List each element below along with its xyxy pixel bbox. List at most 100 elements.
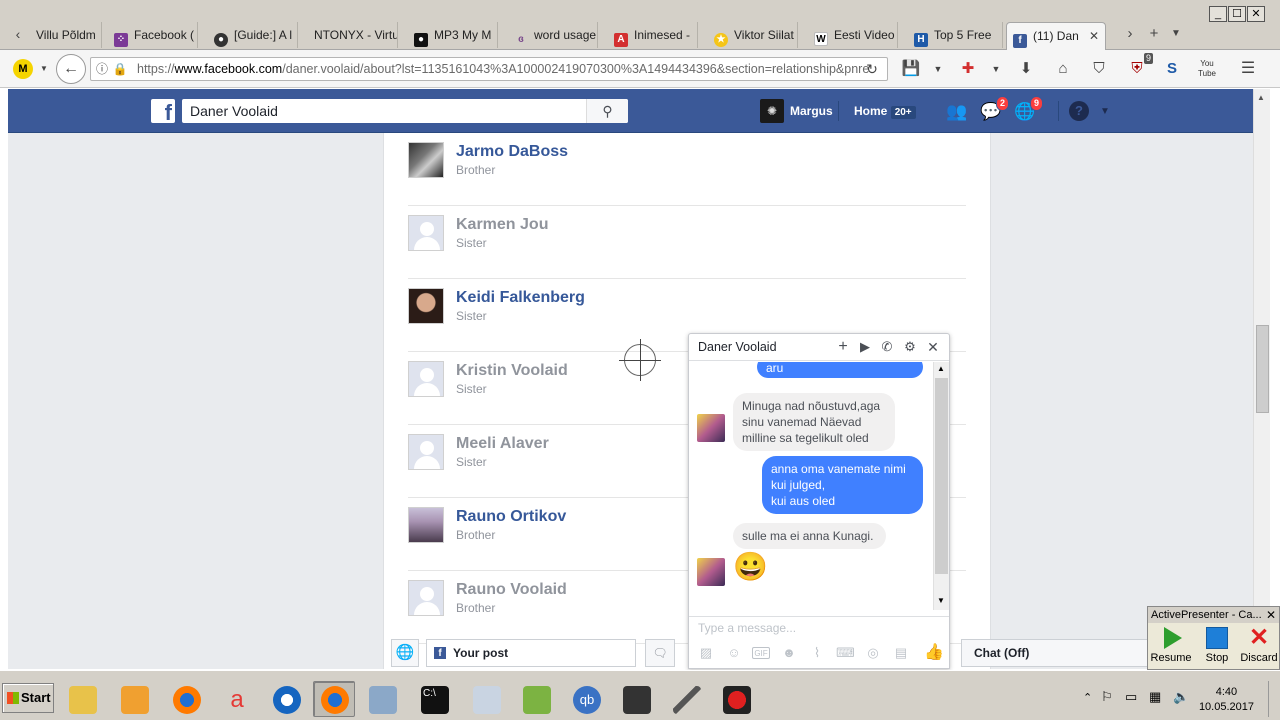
scrollbar-thumb[interactable] <box>1256 325 1269 413</box>
discard-button[interactable]: ✕ Discard <box>1238 625 1280 669</box>
tab-2[interactable]: ⁘ Facebook ( <box>108 22 198 48</box>
facebook-logo-icon[interactable]: f <box>151 99 175 125</box>
youtube-icon[interactable]: You Tube <box>1197 59 1217 79</box>
taskbar-qbittorrent[interactable]: qb <box>565 681 607 717</box>
like-icon[interactable]: 👍 <box>924 644 944 662</box>
scroll-down-icon[interactable]: ▼ <box>937 596 945 605</box>
avatar[interactable]: ✺ <box>760 99 784 123</box>
url-bar[interactable]: https://www.facebook.com/daner.voolaid/a… <box>90 57 888 81</box>
add-people-icon[interactable]: + <box>835 339 851 355</box>
close-window-button[interactable]: ✕ <box>1247 6 1265 22</box>
tab-7[interactable]: A Inimesed - <box>608 22 698 48</box>
member-name[interactable]: Rauno Ortikov <box>456 508 566 526</box>
chat-header[interactable]: Daner Voolaid + ▶ ✆ ⚙ ✕ <box>689 334 949 361</box>
taskbar-terminal[interactable]: C:\ <box>413 681 455 717</box>
camera-icon[interactable]: ◎ <box>864 644 882 662</box>
video-call-icon[interactable]: ▶ <box>857 339 873 355</box>
chat-scrollbar-thumb[interactable] <box>935 378 948 574</box>
tray-expand-icon[interactable]: ⌃ <box>1083 691 1092 704</box>
volume-icon[interactable]: 🔈 <box>1173 689 1189 705</box>
flag-icon[interactable]: ⚐ <box>1101 689 1113 705</box>
tab-8[interactable]: ★ Viktor Siilat <box>708 22 798 48</box>
tab-4[interactable]: NTONYX - Virtu <box>308 22 398 48</box>
download-icon[interactable]: ⬇ <box>1016 59 1036 79</box>
taskbar-media-player[interactable] <box>113 681 155 717</box>
taskbar-calculator[interactable] <box>465 681 507 717</box>
game-icon[interactable]: ⌨ <box>836 644 855 662</box>
friend-requests-icon[interactable]: 👥 <box>946 101 968 123</box>
stop-button[interactable]: Stop <box>1196 625 1238 669</box>
scroll-up-icon[interactable]: ▲ <box>937 364 945 373</box>
search-input[interactable]: Daner Voolaid <box>182 99 628 123</box>
reload-icon[interactable]: ↻ <box>862 59 882 79</box>
taskbar-app[interactable] <box>361 681 403 717</box>
minimize-button[interactable]: _ <box>1209 6 1227 22</box>
save-menu-icon[interactable]: ▼ <box>928 59 948 79</box>
lock-icon[interactable]: 🔒 <box>110 59 130 79</box>
taskbar-firefox-active[interactable] <box>313 681 355 717</box>
member-name[interactable]: Jarmo DaBoss <box>456 143 568 161</box>
tab-list-icon[interactable]: ▼ <box>1166 24 1186 44</box>
chat-title[interactable]: Daner Voolaid <box>698 340 777 354</box>
home-link[interactable]: Home 20+ <box>854 89 916 133</box>
taskbar-microphone[interactable] <box>665 681 707 717</box>
start-button[interactable]: Start <box>2 683 54 713</box>
mcafee-icon[interactable]: M <box>13 59 33 79</box>
page-scrollbar[interactable]: ▲ <box>1253 89 1270 669</box>
addon-menu-icon[interactable]: ▼ <box>34 59 54 79</box>
firstaid-icon[interactable]: ✚ <box>958 59 978 79</box>
tab-5[interactable]: ● MP3 My M <box>408 22 498 48</box>
pocket-icon[interactable]: ⛉ <box>1089 59 1109 79</box>
clipboard-icon[interactable]: ▤ <box>892 644 910 662</box>
menu-icon[interactable]: ☰ <box>1238 59 1258 79</box>
network-tray-icon[interactable]: ▦ <box>1149 689 1161 705</box>
tab-1[interactable]: Villu Põldm <box>30 22 102 48</box>
device-icon[interactable]: ▭ <box>1125 689 1137 705</box>
back-button[interactable]: ← <box>56 54 86 84</box>
info-icon[interactable]: ⓘ <box>92 59 112 79</box>
taskbar-recorder[interactable] <box>715 681 757 717</box>
search-button[interactable]: ⚲ <box>586 99 628 123</box>
taskbar-app[interactable] <box>265 681 307 717</box>
globe-icon[interactable]: 🌐 <box>391 639 419 667</box>
taskbar-explorer[interactable] <box>61 681 103 717</box>
show-desktop-button[interactable] <box>1268 681 1278 717</box>
chat-bubbles-icon[interactable]: 🗨 <box>645 639 675 667</box>
attach-icon[interactable]: ⌇ <box>808 644 826 662</box>
s-addon-icon[interactable]: S <box>1162 59 1182 79</box>
taskbar-app[interactable]: a <box>215 681 257 717</box>
tab-scroll-left-icon[interactable]: ‹ <box>8 24 28 44</box>
member-name[interactable]: Keidi Falkenberg <box>456 289 585 307</box>
close-icon[interactable]: ✕ <box>1266 607 1276 623</box>
tab-active-facebook[interactable]: f (11) Dan ✕ <box>1006 22 1106 50</box>
tab-3[interactable]: ● [Guide:] A l <box>208 22 298 48</box>
close-tab-icon[interactable]: ✕ <box>1089 23 1099 49</box>
clock[interactable]: 4:40 10.05.2017 <box>1199 685 1254 715</box>
scroll-up-icon[interactable]: ▲ <box>1257 93 1265 102</box>
ublock-icon[interactable]: ⛨ 9 <box>1127 53 1153 79</box>
messages-icon[interactable]: 💬 2 <box>980 96 1009 123</box>
chat-scrollbar[interactable]: ▲ ▼ <box>933 362 949 610</box>
tab-6[interactable]: ɞ word usage <box>508 22 598 48</box>
avatar[interactable] <box>408 142 444 178</box>
save-icon[interactable]: 💾 <box>901 59 921 79</box>
firstaid-menu-icon[interactable]: ▼ <box>986 59 1006 79</box>
message-input[interactable]: Type a message... <box>689 616 949 638</box>
close-icon[interactable]: ✕ <box>925 339 941 355</box>
help-icon[interactable]: ? <box>1069 101 1089 121</box>
phone-call-icon[interactable]: ✆ <box>879 339 895 355</box>
gear-icon[interactable]: ⚙ <box>902 339 918 355</box>
tab-9[interactable]: W Eesti Video <box>808 22 898 48</box>
avatar[interactable] <box>408 507 444 543</box>
account-menu-icon[interactable]: ▼ <box>1094 101 1116 123</box>
tab-10[interactable]: H Top 5 Free <box>908 22 1003 48</box>
gif-icon[interactable]: GIF <box>752 647 770 659</box>
resume-button[interactable]: Resume <box>1150 625 1192 669</box>
taskbar-notepad[interactable] <box>515 681 557 717</box>
your-post-tab[interactable]: f Your post <box>426 639 636 667</box>
photo-icon[interactable]: ▨ <box>697 644 715 662</box>
avatar[interactable] <box>408 288 444 324</box>
tab-scroll-right-icon[interactable]: › <box>1120 24 1140 44</box>
taskbar-firefox[interactable] <box>165 681 207 717</box>
taskbar-video-editor[interactable] <box>615 681 657 717</box>
